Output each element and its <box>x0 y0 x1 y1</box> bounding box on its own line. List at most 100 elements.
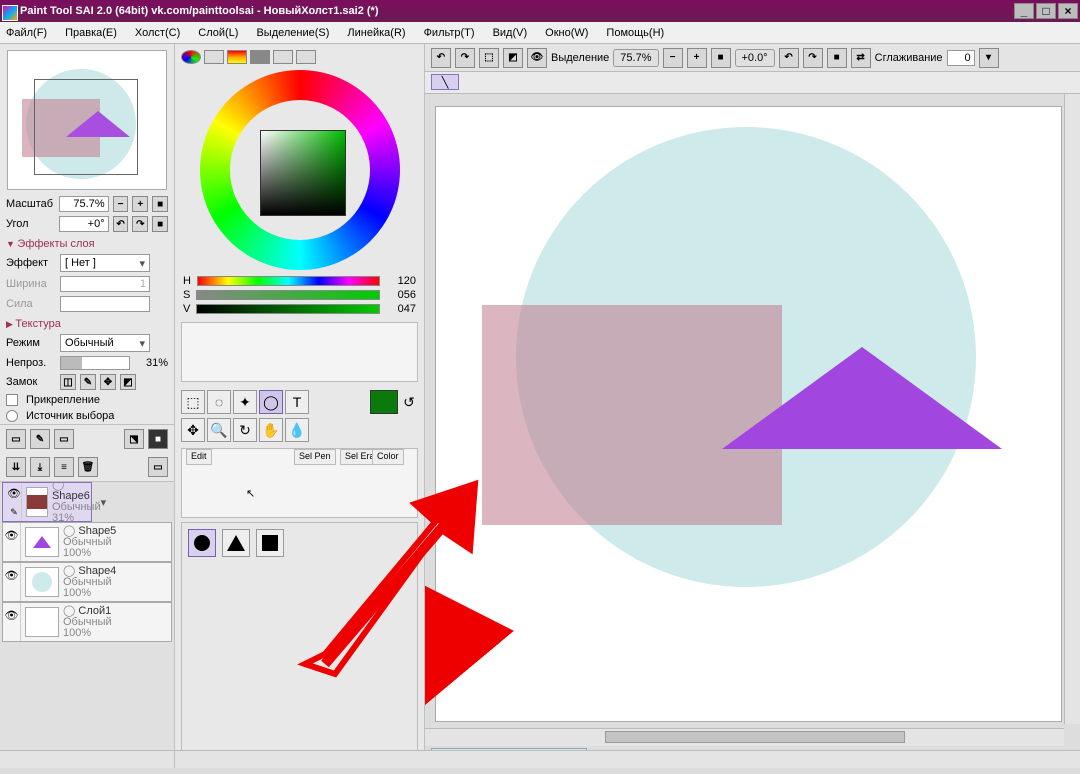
transfer-down-button[interactable]: ⤓ <box>30 457 50 477</box>
subtool-color[interactable]: Color <box>372 449 404 465</box>
opacity-slider[interactable] <box>60 356 130 370</box>
lock-alpha-button[interactable]: ◫ <box>60 374 76 390</box>
left-scroll[interactable] <box>0 751 175 768</box>
layer-row[interactable]: 👁✎◯ Shape6Обычный31% <box>2 482 92 522</box>
menu-help[interactable]: Помощь(H) <box>606 27 664 39</box>
pin-checkbox[interactable] <box>6 394 18 406</box>
layer-option-button[interactable]: ▭ <box>148 457 168 477</box>
zoom-fit-button[interactable]: ■ <box>152 196 168 212</box>
eye-icon[interactable]: 👁 <box>7 487 21 500</box>
close-button[interactable]: × <box>1058 3 1078 19</box>
delete-layer-button[interactable]: 🗑 <box>78 457 98 477</box>
horizontal-scrollbar[interactable] <box>425 728 1064 746</box>
navigator[interactable] <box>7 50 167 190</box>
swatches-tab[interactable] <box>273 50 293 64</box>
rgb-tab[interactable] <box>204 50 224 64</box>
vertical-scrollbar[interactable] <box>1064 94 1080 724</box>
rotate-tool[interactable]: ↻ <box>233 418 257 442</box>
menu-view[interactable]: Вид(V) <box>493 27 528 39</box>
maximize-button[interactable]: □ <box>1036 3 1056 19</box>
invert-sel-button[interactable]: ◩ <box>503 48 523 68</box>
canvas-rotate-reset[interactable]: ■ <box>827 48 847 68</box>
layer-row[interactable]: 👁◯ Shape5Обычный100% <box>2 522 172 562</box>
canvas-zoom-value[interactable]: 75.7% <box>613 49 658 67</box>
canvas[interactable] <box>435 106 1062 722</box>
sat-slider[interactable] <box>196 290 380 300</box>
subtool-edit[interactable]: Edit <box>186 449 212 465</box>
eye-icon[interactable]: 👁 <box>5 609 19 622</box>
text-tool[interactable]: T <box>285 390 309 414</box>
texture-header[interactable]: Текстура <box>0 314 174 332</box>
rotate-ccw-button[interactable]: ↶ <box>113 216 129 232</box>
source-radio[interactable] <box>6 410 18 422</box>
mask-button[interactable]: ⬔ <box>124 429 144 449</box>
lasso-tool[interactable]: ◌ <box>207 390 231 414</box>
angle-value[interactable]: +0° <box>59 216 108 232</box>
zoom-value[interactable]: 75.7% <box>59 196 108 212</box>
subtool-selpen[interactable]: Sel Pen <box>294 449 336 465</box>
merge-down-button[interactable]: ⇊ <box>6 457 26 477</box>
menu-window[interactable]: Окно(W) <box>545 27 588 39</box>
redo-button[interactable]: ↷ <box>455 48 475 68</box>
swap-colors-icon[interactable]: ↺ <box>400 390 418 414</box>
new-vector-layer-button[interactable]: ✎ <box>30 429 50 449</box>
aa-toggle[interactable]: ▾ <box>979 48 999 68</box>
move-tool[interactable]: ✥ <box>181 418 205 442</box>
lock-move-button[interactable]: ✥ <box>100 374 116 390</box>
layer-row[interactable]: 👁◯ Слой1Обычный100% <box>2 602 172 642</box>
preset-square[interactable] <box>256 529 284 557</box>
preset-circle[interactable] <box>188 529 216 557</box>
layer-row[interactable]: 👁◯ Shape4Обычный100% <box>2 562 172 602</box>
undo-button[interactable]: ↶ <box>431 48 451 68</box>
show-sel-button[interactable]: 👁 <box>527 48 547 68</box>
rotate-reset-button[interactable]: ■ <box>152 216 168 232</box>
flip-button[interactable]: ⇄ <box>851 48 871 68</box>
rotate-cw-button[interactable]: ↷ <box>132 216 148 232</box>
new-folder-button[interactable]: ▭ <box>54 429 74 449</box>
hue-slider[interactable] <box>197 276 380 286</box>
scratch-pad[interactable] <box>181 322 418 382</box>
menu-selection[interactable]: Выделение(S) <box>256 27 329 39</box>
color-wheel-tab[interactable] <box>181 50 201 64</box>
aa-value[interactable]: 0 <box>947 50 975 66</box>
hand-tool[interactable]: ✋ <box>259 418 283 442</box>
canvas-rotate-ccw[interactable]: ↶ <box>779 48 799 68</box>
lock-all-button[interactable]: ◩ <box>120 374 136 390</box>
canvas-zoom-out[interactable]: − <box>663 48 683 68</box>
zoom-out-button[interactable]: − <box>113 196 129 212</box>
deselect-button[interactable]: ⬚ <box>479 48 499 68</box>
canvas-zoom-fit[interactable]: ■ <box>711 48 731 68</box>
menu-layer[interactable]: Слой(L) <box>198 27 238 39</box>
preset-triangle[interactable] <box>222 529 250 557</box>
new-layer-button[interactable]: ▭ <box>6 429 26 449</box>
rect-select-tool[interactable]: ⬚ <box>181 390 205 414</box>
canvas-angle-value[interactable]: +0.0° <box>735 49 775 67</box>
menu-ruler[interactable]: Линейка(R) <box>347 27 405 39</box>
menu-filter[interactable]: Фильтр(T) <box>424 27 475 39</box>
sv-picker[interactable] <box>260 130 346 216</box>
eye-icon[interactable]: 👁 <box>5 569 19 582</box>
eye-icon[interactable]: 👁 <box>5 529 19 542</box>
clear-button[interactable]: ■ <box>148 429 168 449</box>
hsv-tab[interactable] <box>227 50 247 64</box>
line-tool-icon[interactable]: ╲ <box>431 74 459 90</box>
eyedropper-tool[interactable]: 💧 <box>285 418 309 442</box>
val-slider[interactable] <box>196 304 380 314</box>
minimize-button[interactable]: _ <box>1014 3 1034 19</box>
color-wheel[interactable] <box>200 70 400 270</box>
flatten-button[interactable]: ≡ <box>54 457 74 477</box>
zoom-tool[interactable]: 🔍 <box>207 418 231 442</box>
wand-tool[interactable]: ✦ <box>233 390 257 414</box>
pen-icon[interactable]: ✎ <box>10 507 18 518</box>
layer-effects-header[interactable]: Эффекты слоя <box>0 234 174 252</box>
effect-select[interactable]: [ Нет ] <box>60 254 150 272</box>
menu-edit[interactable]: Правка(E) <box>65 27 117 39</box>
zoom-in-button[interactable]: + <box>132 196 148 212</box>
shape-tool[interactable]: ◯ <box>259 390 283 414</box>
canvas-zoom-in[interactable]: + <box>687 48 707 68</box>
menu-canvas[interactable]: Холст(C) <box>135 27 180 39</box>
menu-file[interactable]: Файл(F) <box>6 27 47 39</box>
blend-mode-select[interactable]: Обычный <box>60 334 150 352</box>
foreground-color[interactable] <box>370 390 398 414</box>
lock-paint-button[interactable]: ✎ <box>80 374 96 390</box>
